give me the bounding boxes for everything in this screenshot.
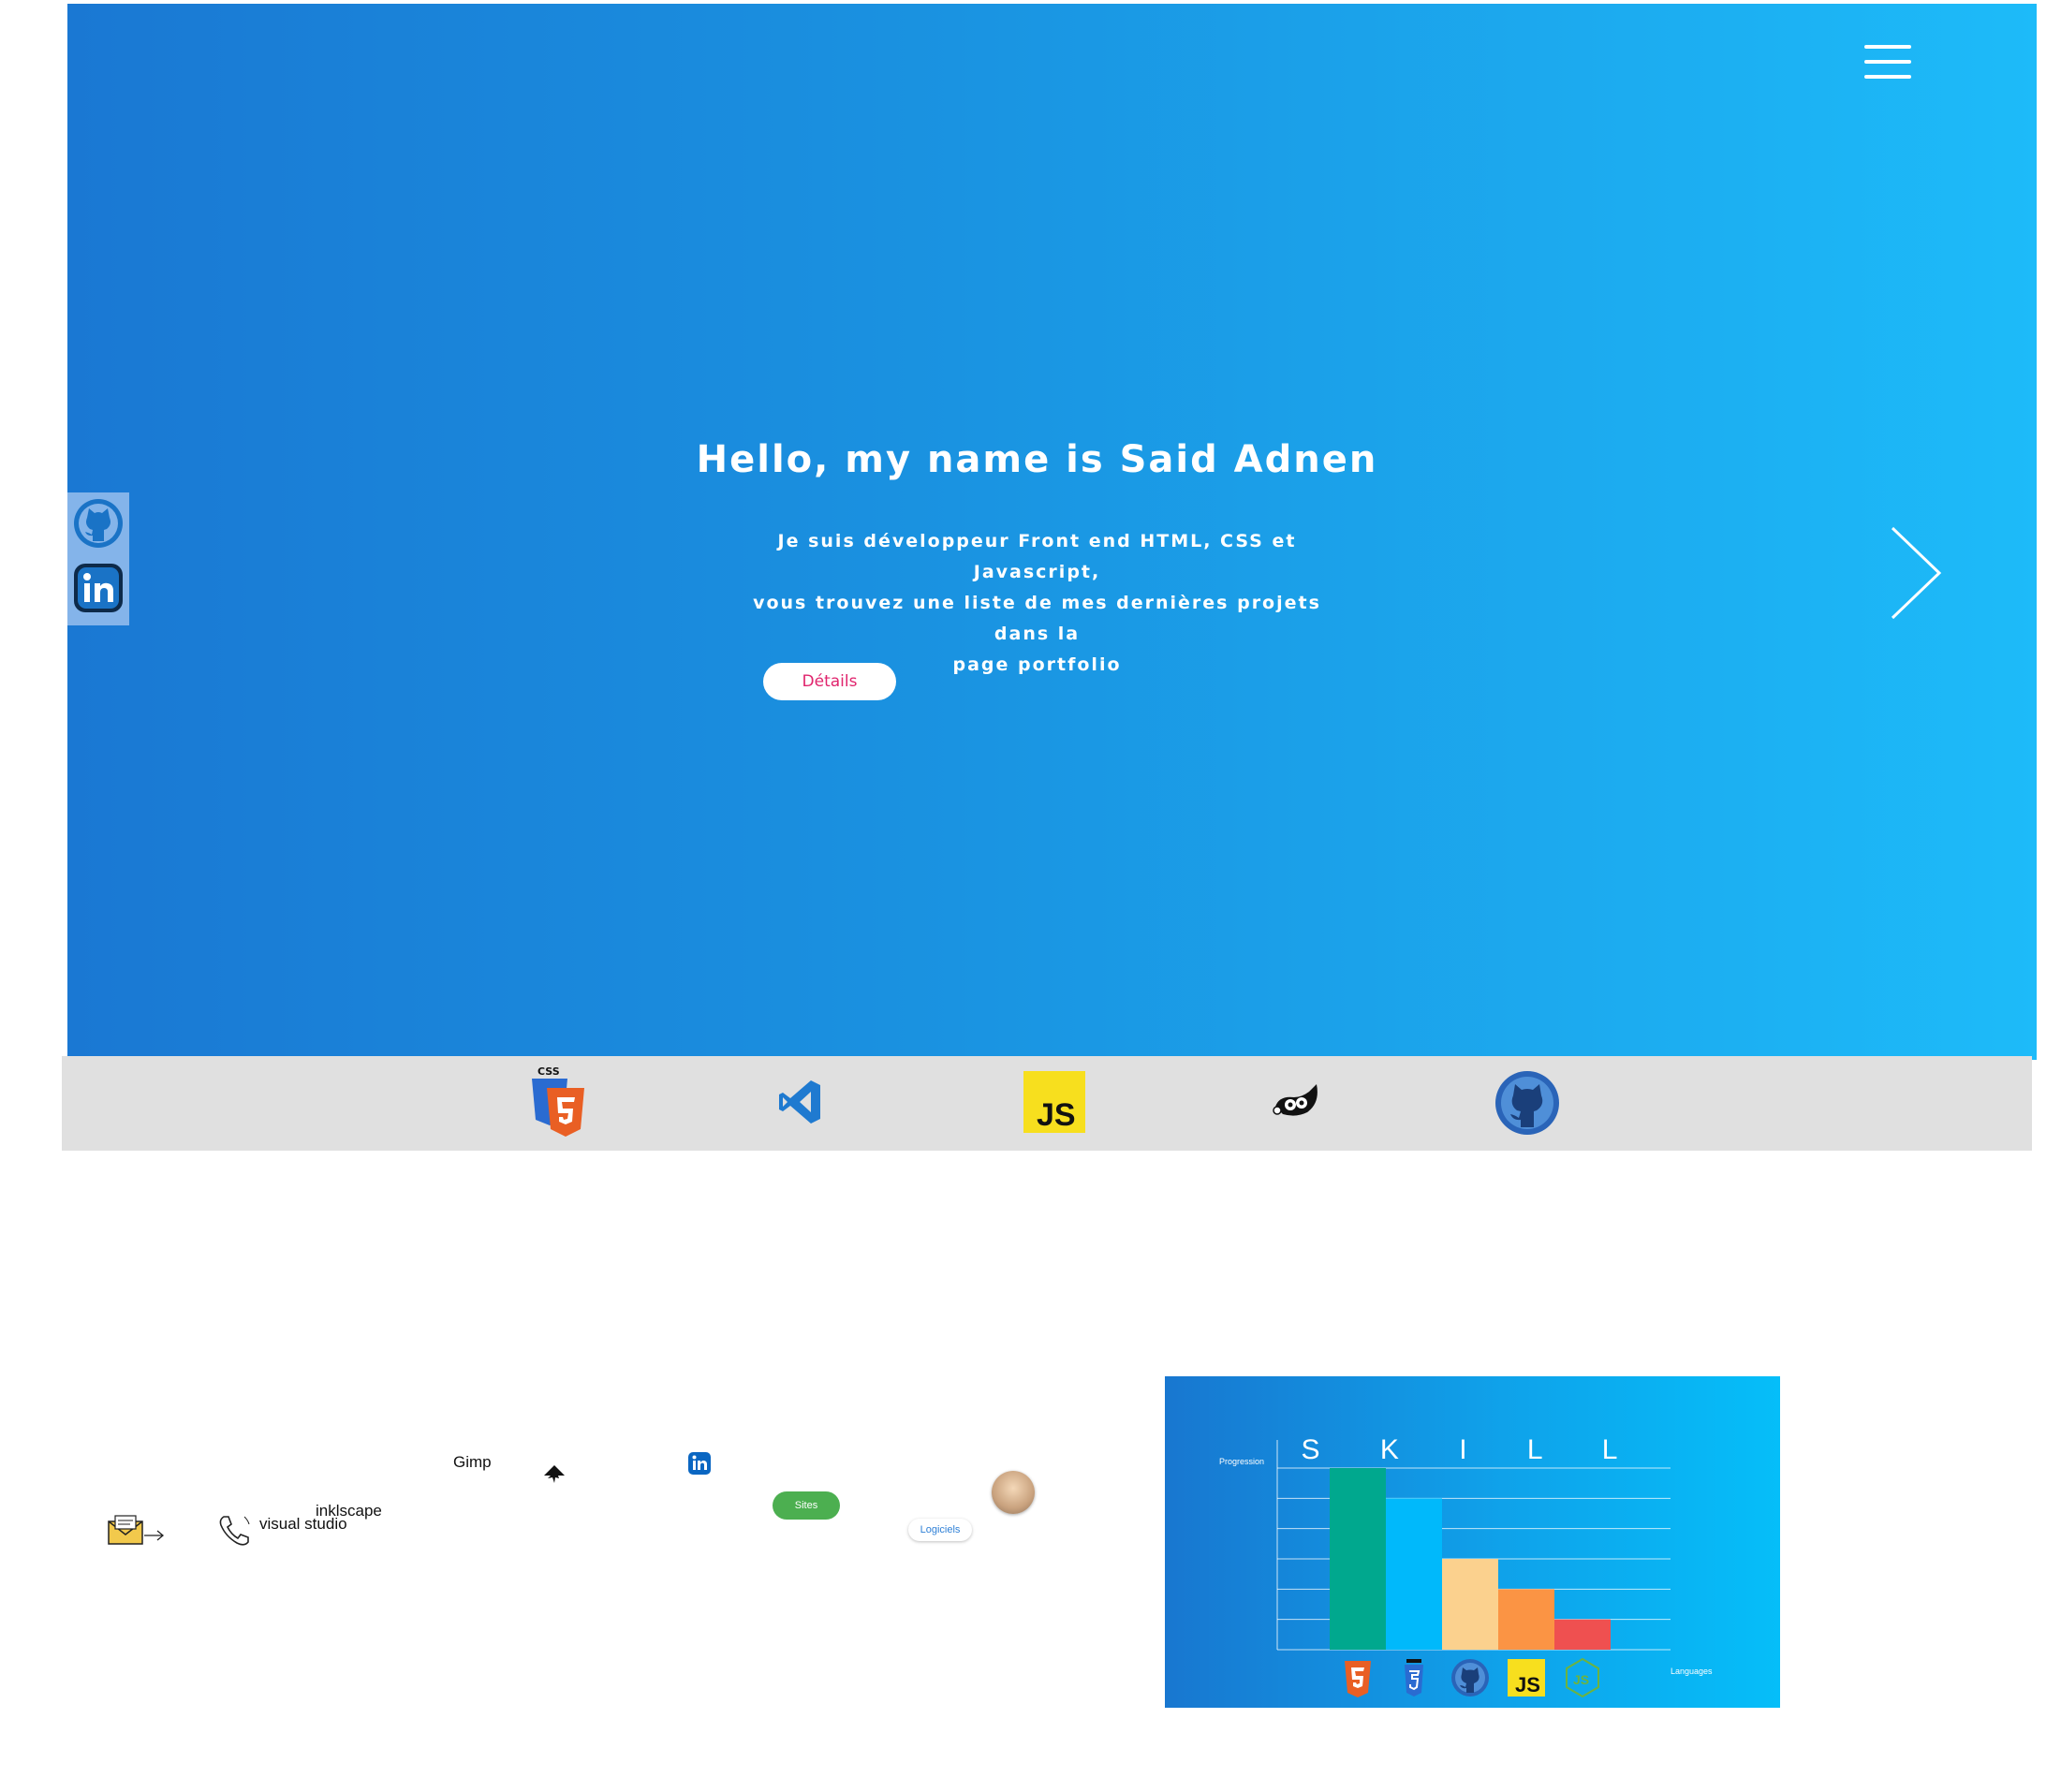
github-icon: [74, 499, 123, 548]
javascript-icon: JS: [1508, 1659, 1545, 1697]
sites-button[interactable]: Sites: [773, 1491, 840, 1520]
hero-description-line: Je suis développeur Front end HTML, CSS …: [777, 531, 1297, 582]
vscode-logo: [773, 1064, 830, 1140]
javascript-icon: JS: [1023, 1071, 1085, 1133]
phone-icon[interactable]: [216, 1514, 252, 1548]
chart-plot: JS JS: [1276, 1440, 1671, 1698]
vscode-icon: [779, 1080, 820, 1124]
hero-description: Je suis développeur Front end HTML, CSS …: [735, 526, 1339, 681]
css3-html5-icon: CSS: [532, 1065, 584, 1137]
svg-text:CSS: CSS: [537, 1065, 560, 1078]
svg-text:JS: JS: [1515, 1673, 1540, 1697]
chart-bar-css3: [1386, 1498, 1442, 1650]
chart-bar-github: [1442, 1559, 1498, 1650]
avatar: [992, 1471, 1035, 1514]
github-icon: [1495, 1071, 1559, 1135]
gimp-icon: [1273, 1084, 1318, 1116]
css-html-logo: CSS: [526, 1064, 601, 1140]
svg-text:JS: JS: [1037, 1097, 1076, 1133]
details-button[interactable]: Détails: [763, 663, 896, 700]
skill-chart: S K I L L Progression Languages JS JS: [1165, 1376, 1780, 1708]
logiciels-button[interactable]: Logiciels: [908, 1519, 972, 1541]
chart-bar-html5: [1330, 1468, 1386, 1650]
mail-icon[interactable]: [108, 1514, 145, 1546]
chart-bar-js: [1498, 1589, 1554, 1650]
javascript-logo: JS: [1023, 1064, 1089, 1140]
tech-strip: CSS JS: [62, 1056, 2032, 1151]
hamburger-menu-icon[interactable]: [1861, 41, 1915, 86]
gimp-label: Gimp: [453, 1453, 492, 1471]
nodejs-icon: JS: [1566, 1657, 1599, 1698]
css3-icon: [1405, 1659, 1423, 1697]
linkedin-icon[interactable]: [687, 1451, 712, 1476]
hero-title: Hello, my name is Said Adnen: [696, 438, 1378, 481]
arrow-right-icon: [144, 1530, 165, 1541]
next-slide-arrow-icon[interactable]: [1887, 524, 1943, 622]
linkedin-link[interactable]: [71, 560, 125, 616]
github-link[interactable]: [71, 494, 125, 551]
gimp-logo: [1270, 1064, 1326, 1140]
github-logo: [1490, 1064, 1565, 1140]
social-sidebar: [67, 492, 129, 625]
github-icon: [1451, 1659, 1489, 1697]
linkedin-icon: [74, 564, 123, 612]
chart-bar-nodejs: [1554, 1619, 1611, 1650]
visual-studio-label: visual studio: [259, 1515, 347, 1533]
html5-icon: [1345, 1661, 1371, 1697]
svg-text:JS: JS: [1573, 1672, 1589, 1687]
hero-description-line: vous trouvez une liste de mes dernières …: [753, 593, 1321, 644]
inkscape-icon: [544, 1465, 565, 1483]
